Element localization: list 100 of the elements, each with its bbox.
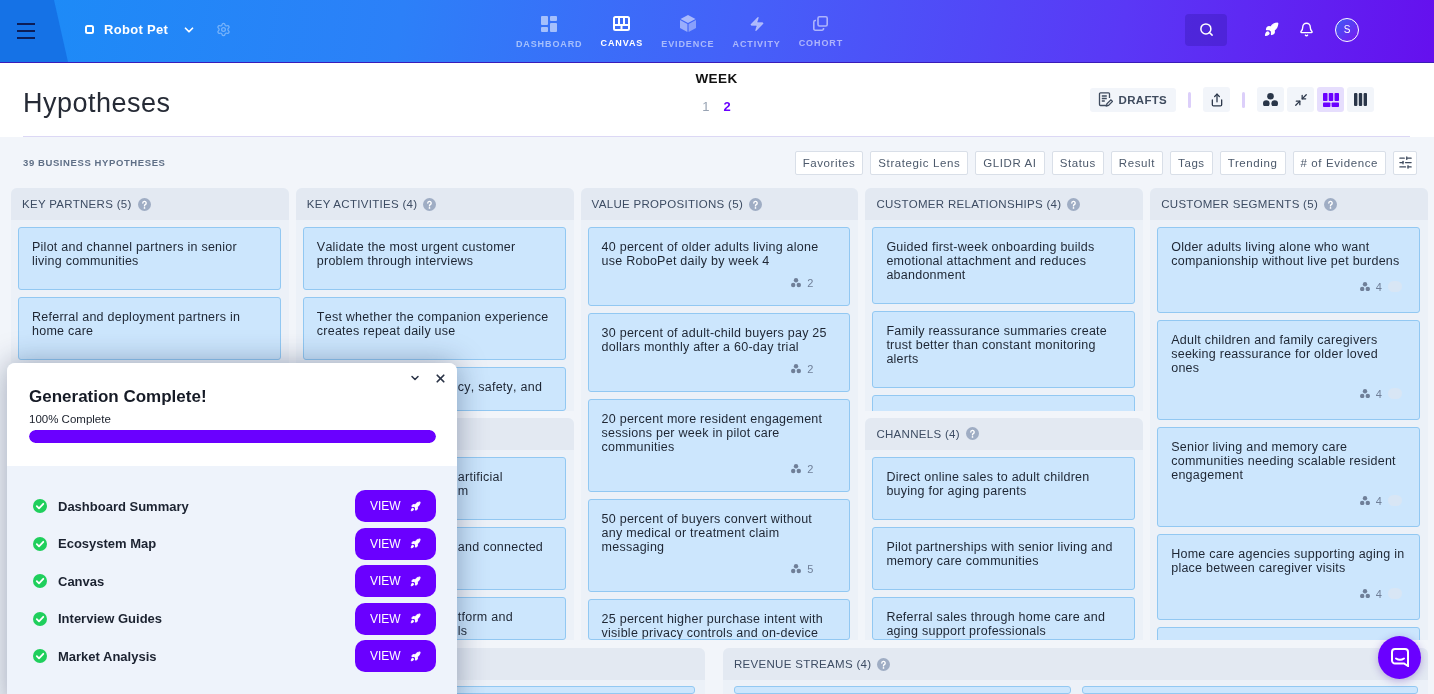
- card-text: Guided first-week onboarding builds emotional attachment and reduces abandonment: [886, 240, 1096, 282]
- evidence-count: 5: [807, 563, 814, 575]
- result-label: Interview Guides: [58, 611, 163, 626]
- result-label: Dashboard Summary: [58, 498, 189, 514]
- share-button[interactable]: [1203, 87, 1230, 112]
- lightning-icon: [748, 15, 765, 32]
- help-icon: [749, 197, 763, 211]
- hypothesis-card[interactable]: Test whether the companion experience creates repeat daily use: [302, 297, 566, 360]
- card-text: Senior living and memory care communities needing scalable resident engagement: [1171, 440, 1397, 482]
- view-toggle[interactable]: [1287, 87, 1314, 112]
- hypothesis-card[interactable]: Family reassurance summaries create trust better than constant monitoring alerts: [872, 311, 1136, 388]
- section-title: CHANNELS (4): [876, 427, 960, 440]
- columns-icon: [1354, 93, 1367, 106]
- help-icon: [1324, 197, 1338, 211]
- card-text: Direct online sales to adult children buying for aging parents: [886, 469, 1091, 498]
- launch-button[interactable]: [1264, 22, 1279, 37]
- rocket-icon: [409, 613, 421, 624]
- nav-tab[interactable]: CANVAS: [591, 0, 653, 62]
- filter-button[interactable]: Result: [1110, 150, 1164, 175]
- rocket-icon: [409, 538, 421, 549]
- filter-settings-button[interactable]: [1393, 150, 1417, 175]
- hypothesis-card[interactable]: Validate the most urgent customer problem through interviews: [302, 227, 566, 290]
- hypothesis-card[interactable]: Older adults living alone who want companionship without live pet burdens 4: [1157, 227, 1420, 313]
- search-icon: [1198, 22, 1214, 37]
- hypothesis-card[interactable]: Referral sales through home care and aging support professionals: [872, 596, 1136, 640]
- hypothesis-card[interactable]: 40 percent of older adults living alone use RoboPet daily by week 4 2: [587, 227, 851, 306]
- bell-icon: [1299, 22, 1314, 37]
- filter-button[interactable]: Trending: [1219, 150, 1286, 175]
- card-text: 40 percent of older adults living alone use RoboPet daily by week 4: [601, 240, 820, 268]
- cluster-icon: [1359, 588, 1370, 599]
- evidence-count: 4: [1375, 494, 1382, 507]
- cluster-icon: [1359, 281, 1370, 292]
- help-icon: [1067, 197, 1081, 211]
- collapse-icon: [1293, 92, 1308, 107]
- cluster-icon: [791, 364, 802, 374]
- close-button[interactable]: [434, 371, 447, 385]
- menu-button[interactable]: [0, 0, 68, 62]
- cluster-icon: [791, 564, 802, 574]
- project-selector[interactable]: Robot Pet: [85, 22, 197, 37]
- card-text: Adult children and family caregivers seeking reassurance for older loved ones: [1171, 333, 1379, 375]
- evidence-count: 4: [1375, 280, 1382, 293]
- card-text: Referral sales through home care and aging support professionals: [886, 609, 1107, 638]
- rocket-icon: [409, 500, 421, 512]
- card-text: Pilot partnerships with senior living and memory care communities: [886, 539, 1114, 568]
- card-text: Home care agencies supporting aging in place between caregiver visits: [1171, 547, 1405, 575]
- hypothesis-card[interactable]: 50 percent of buyers convert without any medical or treatment claim messaging 5: [587, 499, 851, 592]
- week-tab[interactable]: 2: [723, 99, 731, 114]
- hypothesis-card[interactable]: Senior living and memory care communities needing scalable resident engagement 4: [1157, 427, 1420, 527]
- view-button[interactable]: VIEW: [355, 527, 436, 560]
- filter-button[interactable]: Tags: [1170, 150, 1213, 175]
- hypothesis-card[interactable]: Adult children and family caregivers seeking reassurance for older loved ones 4: [1157, 320, 1420, 420]
- filter-button[interactable]: # of Evidence: [1292, 150, 1386, 175]
- view-button[interactable]: VIEW: [355, 602, 436, 635]
- view-button[interactable]: VIEW: [355, 640, 436, 672]
- rocket-icon: [1264, 22, 1279, 37]
- card-text: 30 percent of adult-child buyers pay 25 dollars monthly after a 60-day trial: [601, 326, 828, 354]
- card-text: Pilot and channel partners in senior living communities: [32, 240, 238, 268]
- evidence-count: 2: [807, 363, 814, 375]
- progress-label: 100% Complete: [29, 412, 111, 426]
- cube-icon: [679, 15, 696, 32]
- card-text: cy, safety, and: [457, 380, 544, 394]
- document-pencil-icon: [1097, 92, 1113, 107]
- card-text: Older adults living alone who want companionship without live pet burdens: [1171, 240, 1401, 268]
- hypothesis-card[interactable]: 25 percent higher purchase intent with visible privacy controls and on-device: [587, 599, 851, 640]
- view-button[interactable]: VIEW: [355, 565, 436, 597]
- view-toggle[interactable]: [1347, 87, 1374, 112]
- cluster-icon: [1359, 495, 1370, 506]
- hypothesis-card[interactable]: 20 percent more resident engagement sessions per week in pilot care communities 2: [587, 399, 851, 492]
- view-toggle[interactable]: [1257, 87, 1284, 112]
- hypothesis-card[interactable]: Pilot and channel partners in senior living communities: [18, 227, 281, 290]
- card-text: and connected: [457, 539, 545, 554]
- notifications-button[interactable]: [1299, 22, 1314, 37]
- hypothesis-card[interactable]: Pilot partnerships with senior living and memory care communities: [872, 526, 1136, 590]
- square-icon: [85, 25, 94, 34]
- hypothesis-card[interactable]: 30 percent of adult-child buyers pay 25 dollars monthly after a 60-day trial 2: [587, 313, 851, 392]
- menu-icon: [17, 23, 35, 39]
- hypothesis-card[interactable]: Direct online sales to adult children buying for aging parents: [872, 456, 1136, 520]
- drafts-button[interactable]: DRAFTS: [1089, 87, 1176, 112]
- card-text: artificial m: [457, 469, 504, 498]
- hypothesis-card[interactable]: Referral and deployment partners in home care: [18, 297, 281, 360]
- avatar[interactable]: S: [1335, 17, 1359, 42]
- filter-button[interactable]: Favorites: [794, 150, 864, 175]
- filter-button[interactable]: GLIDR AI: [975, 150, 1045, 175]
- view-toggle[interactable]: [1317, 87, 1344, 112]
- section-title: REVENUE STREAMS (4): [734, 658, 872, 670]
- result-label: Market Analysis: [58, 648, 157, 664]
- rocket-icon: [409, 575, 421, 587]
- evidence-count: 4: [1375, 387, 1382, 400]
- search-button[interactable]: [1185, 13, 1227, 46]
- rocket-icon: [409, 650, 421, 662]
- hypothesis-card[interactable]: Guided first-week onboarding builds emotional attachment and reduces abandonment: [872, 227, 1136, 304]
- filter-button[interactable]: Strategic Lens: [870, 150, 969, 175]
- filter-button[interactable]: Status: [1051, 150, 1104, 175]
- cluster-icon: [791, 464, 802, 474]
- cluster-icon: [1263, 92, 1278, 107]
- hypothesis-card[interactable]: Home care agencies supporting aging in place between caregiver visits 4: [1157, 534, 1420, 620]
- card-text: Test whether the companion experience creates repeat daily use: [316, 310, 550, 338]
- evidence-count: 4: [1375, 587, 1382, 600]
- card-text: 50 percent of buyers convert without any medical or treatment claim messaging: [601, 512, 814, 554]
- view-button[interactable]: VIEW: [355, 490, 436, 522]
